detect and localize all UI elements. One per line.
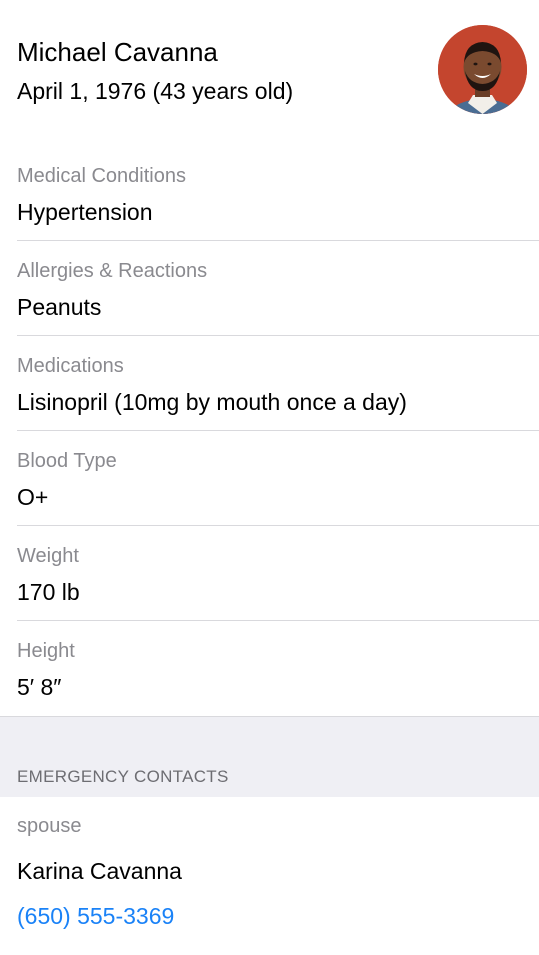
contact-relation: spouse	[17, 815, 82, 837]
field-weight: Weight 170 lb	[17, 526, 539, 621]
field-value: 5′ 8″	[17, 674, 62, 700]
field-value: Hypertension	[17, 199, 153, 225]
section-title: EMERGENCY CONTACTS	[17, 767, 229, 786]
avatar	[438, 25, 527, 114]
field-label: Allergies & Reactions	[17, 260, 208, 282]
field-value: Peanuts	[17, 294, 102, 320]
field-value: Lisinopril (10mg by mouth once a day)	[17, 389, 407, 415]
field-medical-conditions: Medical Conditions Hypertension	[17, 146, 539, 241]
field-blood-type: Blood Type O+	[17, 431, 539, 526]
field-value: 170 lb	[17, 579, 80, 605]
profile-birth-date: April 1, 1976 (43 years old)	[17, 78, 294, 104]
field-label: Medical Conditions	[17, 165, 186, 187]
person-photo-icon	[438, 25, 527, 114]
field-label: Medications	[17, 355, 124, 377]
contact-name: Karina Cavanna	[17, 858, 182, 884]
field-label: Height	[17, 640, 75, 662]
emergency-contacts-header: EMERGENCY CONTACTS	[0, 716, 539, 797]
contact-phone-link[interactable]: (650) 555-3369	[17, 900, 174, 932]
field-allergies: Allergies & Reactions Peanuts	[17, 241, 539, 336]
field-label: Blood Type	[17, 450, 117, 472]
field-medications: Medications Lisinopril (10mg by mouth on…	[17, 336, 539, 431]
field-height: Height 5′ 8″	[17, 621, 539, 716]
field-value: O+	[17, 484, 49, 510]
profile-name: Michael Cavanna	[17, 37, 218, 67]
field-label: Weight	[17, 545, 79, 567]
emergency-contact: spouse Karina Cavanna (650) 555-3369	[0, 797, 539, 955]
medical-info-list: Medical Conditions Hypertension Allergie…	[0, 146, 539, 716]
profile-header: Michael Cavanna April 1, 1976 (43 years …	[0, 0, 539, 146]
